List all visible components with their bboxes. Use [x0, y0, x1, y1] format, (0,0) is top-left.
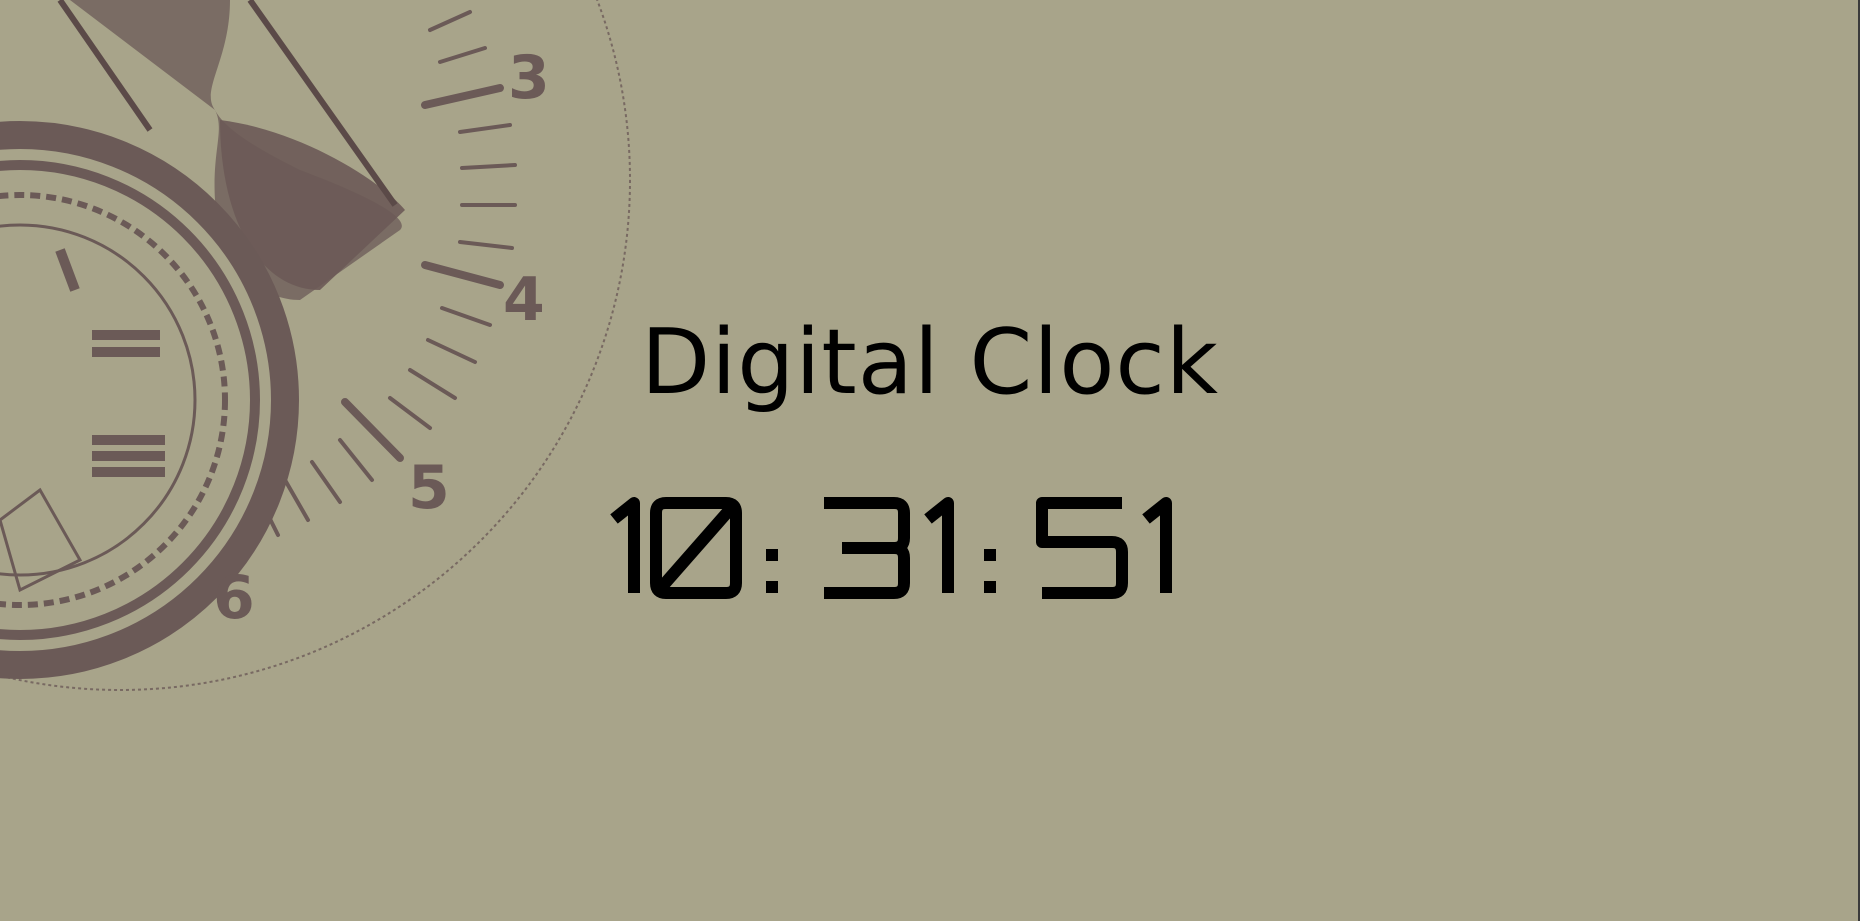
- time-hours-digit-0: [610, 497, 640, 593]
- time-separator-0: [766, 549, 778, 593]
- time-seconds-digit-1: [1142, 497, 1172, 593]
- time-seconds: 51: [600, 488, 602, 489]
- time-minutes-digit-1: [924, 497, 954, 593]
- time-separator-1: [984, 549, 996, 593]
- clock-page: 3 4 5 6 Digital Clock 10 31 51: [0, 0, 1860, 921]
- page-title-text: Digital Clock: [640, 310, 1219, 415]
- svg-text:3: 3: [508, 43, 550, 113]
- svg-text:5: 5: [408, 453, 450, 523]
- svg-text:6: 6: [213, 563, 255, 633]
- digital-time-display: 10 31 51: [600, 488, 1172, 599]
- time-minutes-digit-0: [824, 497, 910, 599]
- time-seconds-digit-0: [1036, 497, 1128, 599]
- page-title: Digital Clock: [0, 318, 1860, 408]
- time-hours-digit-1: [650, 497, 742, 599]
